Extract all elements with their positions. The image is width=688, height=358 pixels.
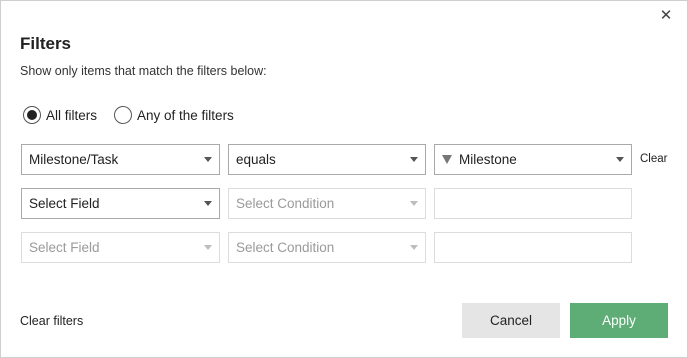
value-select-row-1[interactable]: Milestone xyxy=(434,144,632,175)
chevron-down-icon xyxy=(410,157,418,162)
field-select-value: Milestone/Task xyxy=(29,152,119,167)
value-select-value: Milestone xyxy=(459,152,517,167)
field-select-row-3: Select Field xyxy=(21,232,220,263)
field-select-row-2[interactable]: Select Field xyxy=(21,188,220,219)
condition-select-placeholder: Select Condition xyxy=(236,196,335,211)
field-select-row-1[interactable]: Milestone/Task xyxy=(21,144,220,175)
clear-filters-link[interactable]: Clear filters xyxy=(20,314,83,328)
dialog-subtitle: Show only items that match the filters b… xyxy=(20,64,267,78)
radio-all-filters[interactable]: All filters xyxy=(23,106,97,124)
chevron-down-icon xyxy=(204,245,212,250)
chevron-down-icon xyxy=(204,201,212,206)
clear-row-1-link[interactable]: Clear xyxy=(640,153,667,165)
condition-select-row-1[interactable]: equals xyxy=(228,144,426,175)
chevron-down-icon xyxy=(616,157,624,162)
filters-dialog: ✕ Filters Show only items that match the… xyxy=(0,0,688,358)
cancel-button[interactable]: Cancel xyxy=(462,303,560,338)
apply-button[interactable]: Apply xyxy=(570,303,668,338)
dialog-title: Filters xyxy=(20,34,72,53)
field-select-placeholder: Select Field xyxy=(29,240,100,255)
condition-select-row-2: Select Condition xyxy=(228,188,426,219)
match-mode-radio-group: All filters Any of the filters xyxy=(23,106,251,124)
close-icon[interactable]: ✕ xyxy=(657,7,675,25)
condition-select-value: equals xyxy=(236,152,276,167)
funnel-icon xyxy=(442,155,452,164)
radio-any-filters[interactable]: Any of the filters xyxy=(114,106,234,124)
chevron-down-icon xyxy=(410,245,418,250)
condition-select-row-3: Select Condition xyxy=(228,232,426,263)
radio-button-selected[interactable] xyxy=(23,106,41,124)
radio-button[interactable] xyxy=(114,106,133,124)
radio-label-any-filters: Any of the filters xyxy=(137,107,234,123)
value-input-row-3 xyxy=(434,232,632,263)
chevron-down-icon xyxy=(204,157,212,162)
value-input-row-2 xyxy=(434,188,632,219)
radio-label-all-filters: All filters xyxy=(46,107,98,123)
chevron-down-icon xyxy=(410,201,418,206)
field-select-placeholder: Select Field xyxy=(29,196,100,211)
condition-select-placeholder: Select Condition xyxy=(236,240,335,255)
